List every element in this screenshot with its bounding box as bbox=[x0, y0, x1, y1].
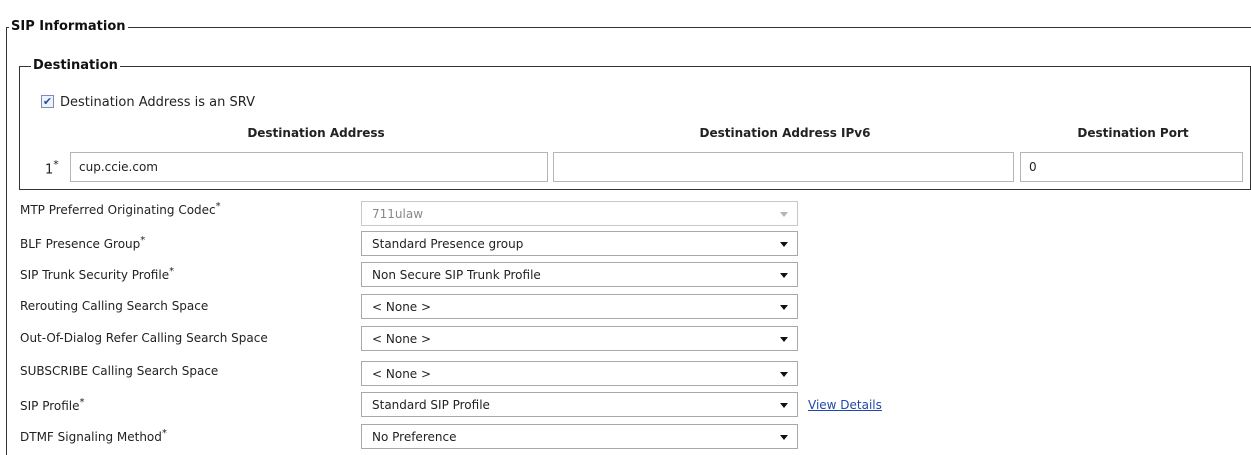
chevron-down-icon bbox=[780, 372, 788, 377]
required-marker: * bbox=[169, 266, 175, 277]
chevron-down-icon bbox=[780, 273, 788, 278]
sip-profile-label: SIP Profile* bbox=[20, 397, 85, 413]
srv-checkbox[interactable]: ✔ bbox=[41, 95, 54, 108]
destination-port-input[interactable]: 0 bbox=[1020, 152, 1243, 182]
required-marker: * bbox=[53, 158, 59, 171]
sip-information-title: SIP Information bbox=[9, 19, 128, 34]
sip-information-border-top bbox=[6, 27, 1251, 28]
mtp-codec-select: 711ulaw bbox=[361, 201, 798, 226]
chevron-down-icon bbox=[780, 212, 788, 217]
checkmark-icon: ✔ bbox=[42, 95, 53, 108]
destination-title: Destination bbox=[31, 58, 120, 73]
view-details-link[interactable]: View Details bbox=[808, 398, 882, 412]
required-marker: * bbox=[215, 201, 221, 212]
chevron-down-icon bbox=[780, 403, 788, 408]
out-of-dialog-refer-css-label: Out-Of-Dialog Refer Calling Search Space bbox=[20, 331, 268, 345]
rerouting-css-select[interactable]: < None > bbox=[361, 294, 798, 319]
chevron-down-icon bbox=[780, 435, 788, 440]
sip-trunk-security-profile-select[interactable]: Non Secure SIP Trunk Profile bbox=[361, 262, 798, 287]
required-marker: * bbox=[140, 235, 146, 246]
subscribe-css-label: SUBSCRIBE Calling Search Space bbox=[20, 364, 219, 378]
blf-presence-group-label: BLF Presence Group* bbox=[20, 235, 146, 251]
mtp-codec-label: MTP Preferred Originating Codec* bbox=[20, 201, 221, 217]
chevron-down-icon bbox=[780, 337, 788, 342]
column-destination-port: Destination Port bbox=[1077, 126, 1189, 140]
rerouting-css-label: Rerouting Calling Search Space bbox=[20, 299, 209, 313]
chevron-down-icon bbox=[780, 305, 788, 310]
dtmf-signaling-method-select[interactable]: No Preference bbox=[361, 424, 798, 449]
srv-checkbox-label: Destination Address is an SRV bbox=[60, 95, 255, 110]
required-marker: * bbox=[79, 397, 85, 408]
destination-address-ipv6-input[interactable] bbox=[553, 152, 1014, 182]
blf-presence-group-select[interactable]: Standard Presence group bbox=[361, 231, 798, 256]
out-of-dialog-refer-css-select[interactable]: < None > bbox=[361, 326, 798, 351]
dtmf-signaling-method-label: DTMF Signaling Method* bbox=[20, 428, 167, 444]
column-destination-address-ipv6: Destination Address IPv6 bbox=[699, 126, 871, 140]
sip-information-border-left bbox=[6, 27, 7, 455]
sip-trunk-security-profile-label: SIP Trunk Security Profile* bbox=[20, 266, 175, 282]
subscribe-css-select[interactable]: < None > bbox=[361, 361, 798, 386]
row-index: 1* bbox=[45, 158, 59, 178]
chevron-down-icon bbox=[780, 242, 788, 247]
destination-address-input[interactable]: cup.ccie.com bbox=[70, 152, 548, 182]
required-marker: * bbox=[161, 428, 167, 439]
column-destination-address: Destination Address bbox=[247, 126, 385, 140]
sip-profile-select[interactable]: Standard SIP Profile bbox=[361, 392, 798, 417]
